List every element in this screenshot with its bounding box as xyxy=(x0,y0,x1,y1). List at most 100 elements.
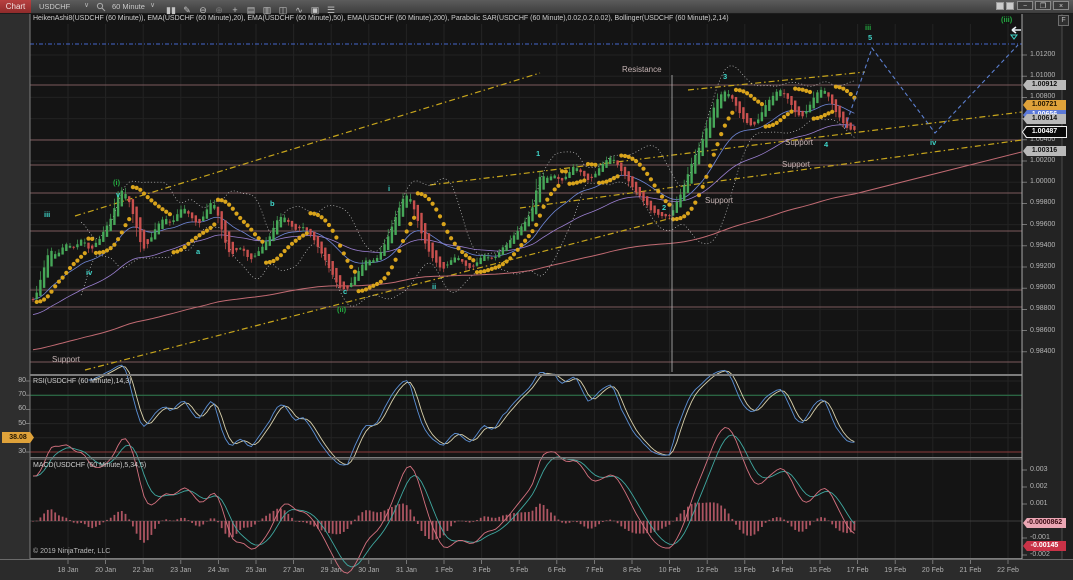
date-tick-label: 5 Feb xyxy=(510,567,528,574)
wave-label-cyan: iii xyxy=(44,210,50,219)
price-tick-label: 0.98600 xyxy=(1030,327,1055,335)
wave-label-green: iii xyxy=(865,23,871,32)
macd-tick-label: -0.001 xyxy=(1030,534,1050,542)
wave-label-green: (i) xyxy=(113,178,120,187)
rsi-tick-label: 30 xyxy=(4,448,26,456)
window-extra-button-2[interactable] xyxy=(1006,2,1014,10)
wave-label-cyan: a xyxy=(196,247,200,256)
instrument-selector[interactable]: USDCHF xyxy=(39,0,70,13)
date-tick-label: 15 Feb xyxy=(809,567,831,574)
price-tick-label: 1.00000 xyxy=(1030,178,1055,186)
macd-tick-label: -0.002 xyxy=(1030,551,1050,559)
price-tick-label: 0.99800 xyxy=(1030,199,1055,207)
toolbar-icons: ▮▮✎⊖⊕+▤▥◫∿▣☰ xyxy=(163,0,339,13)
interval-selector[interactable]: 60 Minute xyxy=(112,0,145,13)
wave-label-cyan: i xyxy=(388,184,390,193)
indicator-summary-label: HeikenAshi8(USDCHF (60 Minute)), EMA(USD… xyxy=(33,15,729,22)
date-tick-label: 30 Jan xyxy=(358,567,379,574)
macd-panel-label: MACD(USDCHF (60 Minute),5,34,5) xyxy=(33,462,146,469)
date-tick-label: 17 Feb xyxy=(847,567,869,574)
wave-label-cyan: iv xyxy=(86,268,92,277)
price-tick-label: 0.99600 xyxy=(1030,221,1055,229)
price-badge: 1.00316 xyxy=(1023,146,1066,156)
wave-label-cyan: iv xyxy=(930,138,936,147)
date-tick-label: 27 Jan xyxy=(283,567,304,574)
date-tick-label: 22 Jan xyxy=(133,567,154,574)
rsi-tick-label: 50 xyxy=(4,420,26,428)
ninjatrader-chart-window: Chart USDCHF ∨ 60 Minute ∨ ▮▮✎⊖⊕+▤▥◫∿▣☰ … xyxy=(0,0,1073,580)
date-tick-label: 24 Jan xyxy=(208,567,229,574)
search-icon[interactable] xyxy=(96,2,106,12)
date-tick-label: 20 Feb xyxy=(922,567,944,574)
price-badge: 1.00912 xyxy=(1023,80,1066,90)
wave-label-green: (ii) xyxy=(337,305,346,314)
price-badge: 1.00614 xyxy=(1023,114,1066,124)
rsi-tick-label: 70 xyxy=(4,391,26,399)
wave-label-cyan: 4 xyxy=(824,140,828,149)
macd-badge: -0.0000862 xyxy=(1023,518,1066,528)
date-tick-label: 23 Jan xyxy=(170,567,191,574)
date-tick-label: 20 Jan xyxy=(95,567,116,574)
toolbar: Chart USDCHF ∨ 60 Minute ∨ ▮▮✎⊖⊕+▤▥◫∿▣☰ … xyxy=(0,0,1073,14)
support-resistance-label: Support xyxy=(52,355,80,364)
price-tick-label: 1.01200 xyxy=(1030,51,1055,59)
date-tick-label: 22 Feb xyxy=(997,567,1019,574)
price-tick-label: 1.00200 xyxy=(1030,157,1055,165)
support-resistance-label: Resistance xyxy=(622,65,662,74)
date-tick-label: 25 Jan xyxy=(245,567,266,574)
macd-badge: -0.00145 xyxy=(1023,541,1066,551)
wave-label-cyan: 3 xyxy=(723,72,727,81)
focus-button[interactable]: F xyxy=(1058,15,1069,26)
wave-label-cyan: v xyxy=(116,190,120,199)
current-price-badge: 1.00487 xyxy=(1022,126,1067,138)
date-tick-label: 14 Feb xyxy=(771,567,793,574)
price-tick-label: 0.99000 xyxy=(1030,284,1055,292)
date-tick-label: 13 Feb xyxy=(734,567,756,574)
wave-label-cyan: ii xyxy=(432,282,436,291)
rsi-value-badge: 38.08 xyxy=(2,432,34,443)
rsi-tick-label: 60 xyxy=(4,405,26,413)
price-tick-label: 0.98400 xyxy=(1030,348,1055,356)
wave-label-green: (iii) xyxy=(1001,15,1012,24)
wave-label-cyan: 2 xyxy=(662,203,666,212)
date-tick-label: 12 Feb xyxy=(696,567,718,574)
date-tick-label: 1 Feb xyxy=(435,567,453,574)
interval-dropdown-chevron[interactable]: ∨ xyxy=(150,0,155,13)
macd-tick-label: 0.002 xyxy=(1030,483,1048,491)
wave-label-cyan: b xyxy=(270,199,275,208)
price-tick-label: 0.99400 xyxy=(1030,242,1055,250)
restore-button[interactable]: ❐ xyxy=(1035,1,1051,10)
macd-tick-label: 0.001 xyxy=(1030,500,1048,508)
window-extra-button-1[interactable] xyxy=(996,2,1004,10)
date-tick-label: 29 Jan xyxy=(321,567,342,574)
price-badge: 1.00721 xyxy=(1023,100,1066,110)
date-tick-label: 31 Jan xyxy=(396,567,417,574)
date-tick-label: 21 Feb xyxy=(959,567,981,574)
copyright-label: © 2019 NinjaTrader, LLC xyxy=(33,548,110,555)
wave-label-cyan: c xyxy=(343,287,347,296)
instrument-dropdown-chevron[interactable]: ∨ xyxy=(84,0,89,13)
price-tick-label: 0.99200 xyxy=(1030,263,1055,271)
close-button[interactable]: × xyxy=(1053,1,1069,10)
chart-canvas[interactable] xyxy=(0,0,1073,580)
rsi-panel-label: RSI(USDCHF (60 Minute),14,3) xyxy=(33,378,131,385)
support-resistance-label: Support xyxy=(705,196,733,205)
date-tick-label: 10 Feb xyxy=(659,567,681,574)
wave-label-cyan: 5 xyxy=(868,33,872,42)
arrow-drawing-icon xyxy=(1007,25,1025,41)
date-tick-label: 7 Feb xyxy=(585,567,603,574)
minimize-button[interactable]: − xyxy=(1017,1,1033,10)
date-tick-label: 8 Feb xyxy=(623,567,641,574)
support-resistance-label: Support xyxy=(782,160,810,169)
wave-label-cyan: 1 xyxy=(536,149,540,158)
support-resistance-label: Support xyxy=(785,138,813,147)
price-tick-label: 1.01000 xyxy=(1030,72,1055,80)
chart-tab[interactable]: Chart xyxy=(0,0,31,13)
macd-tick-label: 0.003 xyxy=(1030,466,1048,474)
date-tick-label: 6 Feb xyxy=(548,567,566,574)
price-tick-label: 0.98800 xyxy=(1030,305,1055,313)
date-tick-label: 18 Jan xyxy=(57,567,78,574)
date-tick-label: 19 Feb xyxy=(884,567,906,574)
current-price-value: 1.00487 xyxy=(1023,127,1066,137)
date-tick-label: 3 Feb xyxy=(473,567,491,574)
